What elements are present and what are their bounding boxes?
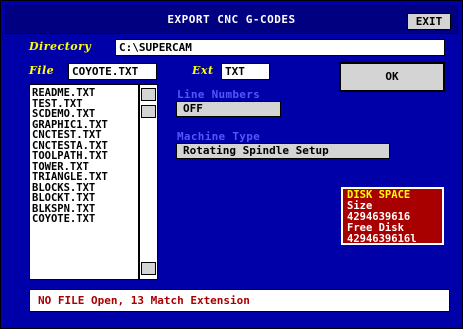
machine-type-label: Machine Type [177, 130, 261, 143]
title-bar: EXPORT CNC G-CODES EXIT [5, 5, 458, 34]
file-list-item[interactable]: BLOCKT.TXT [32, 193, 136, 204]
file-list-item[interactable]: TRIANGLE.TXT [32, 172, 136, 183]
free-disk-value: 4294639616l [347, 233, 417, 245]
scroll-thumb[interactable] [141, 105, 156, 118]
status-bar: NO FILE Open, 13 Match Extension [29, 289, 450, 312]
machine-type-select[interactable]: Rotating Spindle Setup [176, 143, 390, 159]
disk-space-panel: DISK SPACE Size 4294639616 Free Disk 429… [341, 187, 444, 245]
file-list-scrollbar[interactable] [139, 84, 158, 280]
file-list[interactable]: README.TXT TEST.TXT SCDEMO.TXT GRAPHIC1.TXT… [29, 84, 139, 280]
dialog-title: EXPORT CNC G-CODES [167, 13, 296, 26]
export-dialog: EXPORT CNC G-CODES EXIT Directory C:\SUP… [0, 0, 463, 329]
directory-field[interactable]: C:\SUPERCAM [115, 39, 445, 56]
directory-label: Directory [29, 40, 92, 53]
scroll-down-button[interactable] [141, 262, 156, 275]
line-numbers-label: Line Numbers [177, 88, 261, 101]
file-label: File [29, 64, 55, 77]
file-list-item[interactable]: SCDEMO.TXT [32, 109, 136, 120]
file-list-item[interactable]: TOOLPATH.TXT [32, 151, 136, 162]
ext-label: Ext [192, 64, 214, 77]
scroll-up-button[interactable] [141, 88, 156, 101]
file-list-item[interactable]: COYOTE.TXT [32, 214, 136, 225]
file-list-item[interactable]: README.TXT [32, 88, 136, 99]
extension-field[interactable]: TXT [221, 63, 270, 80]
file-name-field[interactable]: COYOTE.TXT [68, 63, 157, 80]
exit-button[interactable]: EXIT [407, 13, 451, 30]
line-numbers-toggle[interactable]: OFF [176, 101, 281, 117]
ok-button[interactable]: OK [339, 62, 445, 92]
file-list-item[interactable]: CNCTEST.TXT [32, 130, 136, 141]
